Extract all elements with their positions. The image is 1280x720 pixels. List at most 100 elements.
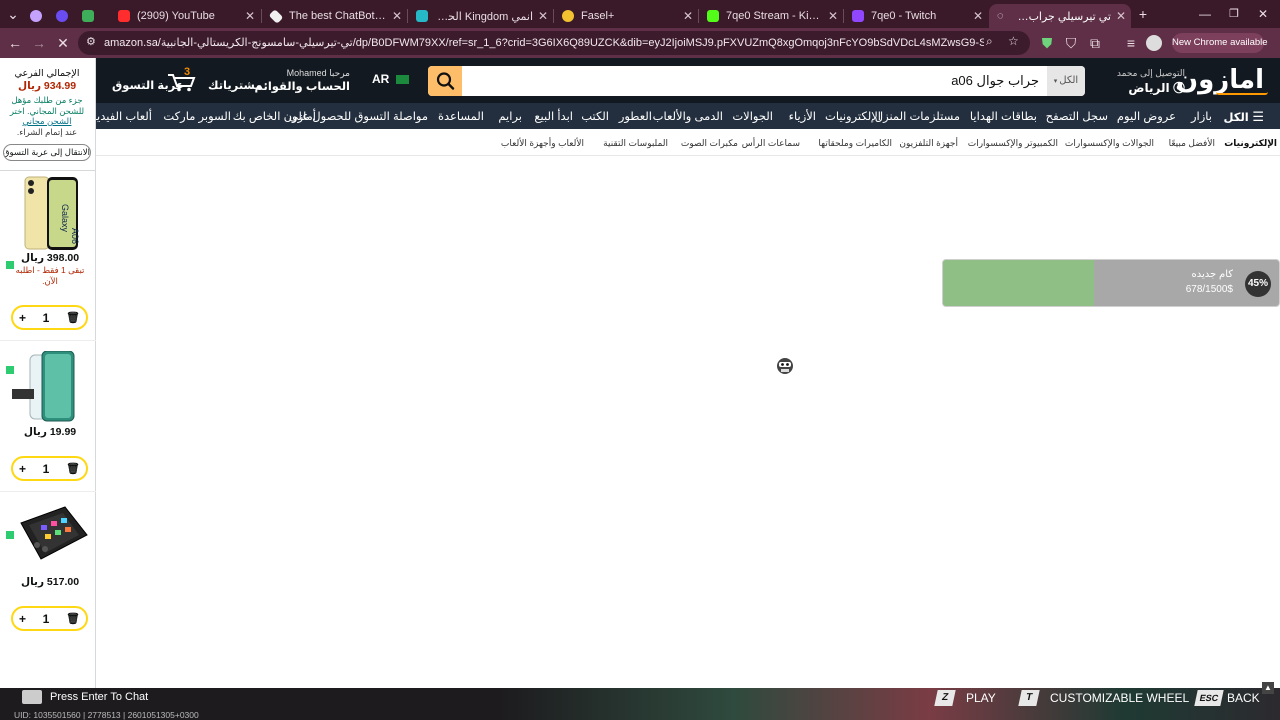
forward-icon[interactable]: → — [30, 34, 48, 52]
tab-chatbot[interactable]: The best ChatBot and Widg ✕ — [262, 4, 407, 28]
deliver-to[interactable]: التوصيل إلى محمد ⦿ الرياض — [1117, 68, 1185, 96]
increase-qty-icon[interactable]: + — [19, 311, 26, 325]
tab-youtube[interactable]: (2909) YouTube ✕ — [110, 4, 260, 28]
nav-item-prime[interactable]: برايم — [498, 109, 522, 123]
hamburger-menu-icon: ☰ — [1248, 109, 1264, 124]
subnav-computers[interactable]: الكمبيوتر والإكسسوارات — [968, 138, 1058, 149]
nav-item-fashion[interactable]: الأزياء — [789, 109, 816, 123]
nav-item-mobiles[interactable]: الجوالات — [732, 109, 773, 123]
location-pin-icon: ⦿ — [1169, 81, 1185, 95]
nav-item-supermarket[interactable]: السوبر ماركت — [163, 109, 231, 123]
new-tab-icon[interactable]: + — [1134, 5, 1152, 23]
nav-item-start-selling[interactable]: ابدأ البيع — [534, 109, 573, 123]
tab-kick[interactable]: 7qe0 Stream - Kick Dashbo ✕ — [699, 4, 843, 28]
restore-icon[interactable]: ❐ — [1225, 5, 1243, 23]
subnav-gaming[interactable]: الألعاب وأجهزة الألعاب — [501, 138, 584, 149]
subnav-cameras[interactable]: الكاميرات وملحقاتها — [818, 138, 892, 149]
close-tab-icon[interactable]: ✕ — [240, 9, 260, 23]
tab-amazon-active[interactable]: ◌ تي تيرسيلي جراب شفاف لهاتف ✕ — [989, 4, 1131, 28]
cart-item-1-stock-note: تبقى 1 فقط - اطلبه الآن. — [15, 265, 85, 286]
key-esc-badge: ESC — [1194, 690, 1224, 706]
tab-pinned-3[interactable] — [74, 4, 108, 28]
close-window-icon[interactable]: ✕ — [1254, 5, 1272, 23]
youtube-icon — [118, 10, 130, 22]
tab-twitch[interactable]: 7qe0 - Twitch ✕ — [844, 4, 988, 28]
search-category-select[interactable]: ▾ الكل — [1047, 66, 1085, 96]
nav-item-browsing-history[interactable]: سجل التصفح — [1046, 109, 1108, 123]
search-bar: ▾ الكل جراب جوال a06 — [428, 66, 1085, 96]
nav-item-todays-deals[interactable]: عروض اليوم — [1117, 109, 1176, 123]
subnav-speakers[interactable]: مكبرات الصوت — [681, 138, 738, 149]
increase-qty-icon[interactable]: + — [19, 462, 26, 476]
tab-search-icon[interactable]: ⌄ — [4, 5, 22, 23]
delete-item-icon[interactable]: 🗑 — [66, 612, 80, 625]
reading-list-icon[interactable]: ≡ — [1122, 34, 1140, 52]
address-bar[interactable]: ⚙ amazon.sa/تي-تيرسيلي-سامسونج-الكريستال… — [78, 31, 1030, 55]
minimize-icon[interactable]: — — [1196, 5, 1214, 23]
nav-item-electronics[interactable]: الإلكترونيات — [825, 109, 881, 123]
orders-link[interactable]: مشترياتك — [208, 78, 262, 92]
free-shipping-link[interactable]: الشحن مجاني — [2, 116, 92, 127]
stop-loading-icon[interactable]: ✕ — [54, 34, 72, 52]
nav-item-home[interactable]: مستلزمات المنزل — [875, 109, 960, 123]
subnav-best-sellers[interactable]: الأفضل مبيعًا — [1169, 138, 1215, 149]
tab-pinned-2[interactable] — [48, 4, 74, 28]
account-lists[interactable]: مرحبا Mohamed الحساب والقوائم — [255, 68, 351, 93]
delete-item-icon[interactable]: 🗑 — [66, 462, 80, 475]
go-to-cart-button[interactable]: الانتقال إلى عربة التسوق — [3, 144, 91, 161]
subnav-headphones[interactable]: سماعات الرأس — [742, 138, 800, 149]
nav-item-bazaar[interactable]: بازار — [1191, 109, 1212, 123]
bookmark-star-icon[interactable]: ☆ — [1008, 34, 1019, 48]
extensions-puzzle-icon[interactable]: ⧉ — [1086, 34, 1104, 52]
nav-item-toys[interactable]: الدمى والألعاب — [653, 109, 723, 123]
tab-fasel[interactable]: Fasel+ ✕ — [554, 4, 698, 28]
site-info-icon[interactable]: ⚙ — [86, 35, 96, 48]
back-icon[interactable]: ← — [6, 34, 24, 52]
nav-item-books[interactable]: الكتب — [581, 109, 609, 123]
extension-shield-icon[interactable]: ⛊ — [1038, 34, 1056, 52]
subnav-tvs[interactable]: أجهزة التلفزيون — [899, 138, 958, 149]
nav-all-menu[interactable]: ☰ الكل — [1224, 109, 1265, 125]
increase-qty-icon[interactable]: + — [19, 612, 26, 626]
close-tab-icon[interactable]: ✕ — [678, 9, 698, 23]
extension-adblock-icon[interactable]: ⛉ — [1062, 34, 1080, 52]
search-input[interactable]: جراب جوال a06 — [951, 73, 1039, 89]
amazon-header: امازون التوصيل إلى محمد ⦿ الرياض ▾ الكل … — [96, 58, 1280, 103]
cart-item-3-image[interactable] — [15, 505, 89, 565]
zoom-search-icon[interactable]: ⌕ — [986, 34, 993, 49]
tab-pinned-1[interactable] — [22, 4, 48, 28]
close-tab-icon[interactable]: ✕ — [533, 9, 553, 23]
goal-percent-badge: 45% — [1245, 271, 1271, 297]
cart-item-1-image[interactable]: Galaxy A06 — [24, 176, 80, 252]
subnav-mobiles-accessories[interactable]: الجوالات والإكسسوارات — [1065, 138, 1154, 149]
language-selector[interactable]: AR — [372, 72, 409, 86]
key-z-badge: Z — [934, 690, 956, 706]
url-text[interactable]: amazon.sa/تي-تيرسيلي-سامسونج-الكريستالي-… — [104, 36, 984, 49]
subnav-wearables[interactable]: الملبوسات التقنية — [603, 138, 668, 149]
cart-button[interactable]: عربة التسوق 3 — [110, 66, 200, 96]
cart-item-2-image[interactable] — [28, 350, 76, 423]
goal-progress-fill — [943, 260, 1095, 306]
close-tab-icon[interactable]: ✕ — [1111, 9, 1131, 23]
amazon-logo[interactable]: امازون — [1176, 64, 1264, 94]
nav-item-video-games[interactable]: ألعاب الفيديو — [91, 109, 152, 123]
close-tab-icon[interactable]: ✕ — [968, 9, 988, 23]
new-chrome-available-button[interactable]: New Chrome available — [1172, 33, 1268, 53]
close-tab-icon[interactable]: ✕ — [823, 9, 843, 23]
nav-item-perfumes[interactable]: العطور — [619, 109, 652, 123]
close-tab-icon[interactable]: ✕ — [387, 9, 407, 23]
nav-item-gift-cards[interactable]: بطاقات الهدايا — [970, 109, 1037, 123]
delete-item-icon[interactable]: 🗑 — [66, 311, 80, 324]
search-button[interactable] — [428, 66, 462, 96]
anime-site-icon — [416, 10, 428, 22]
chatbot-icon — [268, 8, 284, 24]
nav-item-help[interactable]: المساعدة — [438, 109, 484, 123]
subnav-electronics[interactable]: الإلكترونيات — [1224, 138, 1277, 149]
nav-item-your-amazon[interactable]: أمازون الخاص بك — [233, 109, 316, 123]
cart-sidebar: الإجمالي الفرعي 934.99 ريال جزء من طلبك … — [0, 58, 96, 688]
profile-avatar[interactable] — [1146, 35, 1162, 51]
loading-mascot-icon — [776, 356, 794, 376]
category-subnav: الإلكترونيات الأفضل مبيعًا الجوالات والإ… — [96, 129, 1280, 156]
scroll-up-icon[interactable]: ▲ — [1262, 682, 1274, 694]
tab-anime[interactable]: انمي Kingdom الحلقة 10 مترجم ✕ — [408, 4, 553, 28]
